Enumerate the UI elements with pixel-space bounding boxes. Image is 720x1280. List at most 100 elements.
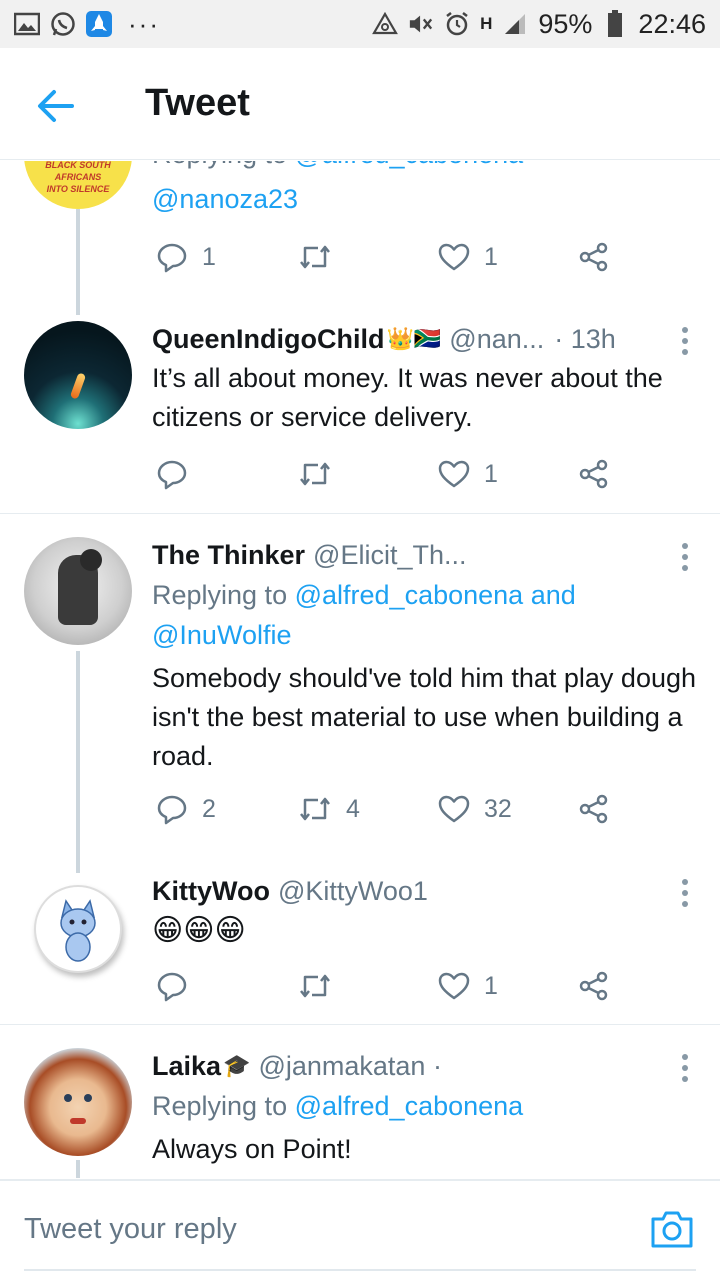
reply-to-prefix: Replying to: [152, 161, 287, 169]
reply-input[interactable]: Tweet your reply: [24, 1213, 237, 1246]
thread-line: [76, 651, 80, 873]
rocket-app-icon: [86, 11, 112, 37]
status-bar: ··· H 95% 22:46: [0, 0, 720, 48]
share-icon: [578, 458, 610, 490]
camera-icon[interactable]: [650, 1209, 694, 1249]
mute-icon: [408, 11, 434, 37]
share-button[interactable]: [578, 454, 610, 494]
tweet-header: The Thinker @Elicit_Th...: [152, 537, 698, 573]
avatar[interactable]: [24, 1048, 132, 1156]
tweet-actions: 1 1: [152, 237, 622, 277]
user-handle[interactable]: @nan...: [449, 321, 544, 357]
reply-count: 1: [202, 242, 216, 271]
like-button[interactable]: 1: [438, 454, 498, 494]
divider: [0, 513, 720, 514]
whatsapp-icon: [50, 11, 76, 37]
avatar[interactable]: [24, 321, 132, 429]
display-name[interactable]: KittyWoo: [152, 873, 270, 909]
share-icon: [578, 970, 610, 1002]
tweet-item[interactable]: QueenIndigoChild 👑🇿🇦 @nan... · 13h It’s …: [0, 321, 720, 515]
avatar[interactable]: [24, 537, 132, 645]
retweet-icon: [298, 794, 332, 824]
display-name[interactable]: The Thinker: [152, 537, 305, 573]
reply-to-user-link[interactable]: @alfred_cabonena: [295, 580, 524, 610]
avatar[interactable]: BLACK SOUTH AFRICANS INTO SILENCE: [24, 161, 132, 209]
share-icon: [578, 793, 610, 825]
alarm-icon: [444, 11, 470, 37]
like-count: 1: [484, 242, 498, 271]
share-button[interactable]: [578, 789, 610, 829]
reply-input-underline: [24, 1269, 696, 1271]
retweet-button[interactable]: [298, 454, 346, 494]
reply-to-user-link[interactable]: @alfred_cabonena: [295, 1091, 524, 1121]
display-name[interactable]: QueenIndigoChild: [152, 321, 384, 357]
thread-line: [76, 1160, 80, 1178]
mention-link[interactable]: @nanoza23: [152, 184, 298, 214]
tweet-item[interactable]: Laika 🎓 @janmakatan · Replying to @alfre…: [0, 1048, 720, 1178]
reply-to-and[interactable]: and: [531, 580, 576, 610]
tweet-item[interactable]: KittyWoo @KittyWoo1 😁😁😁 1: [0, 873, 720, 1023]
reply-to-prefix: Replying to: [152, 580, 288, 610]
heart-icon: [438, 971, 470, 1001]
heart-icon: [438, 794, 470, 824]
more-options-icon[interactable]: [680, 327, 690, 357]
more-options-icon[interactable]: [680, 879, 690, 909]
tweet-text: Always on Point!: [152, 1134, 352, 1164]
reply-to-line: Replying to @alfred_cabonena and @InuWol…: [152, 575, 698, 655]
reply-button[interactable]: [156, 454, 202, 494]
reply-button[interactable]: 2: [156, 789, 216, 829]
reply-icon: [156, 970, 188, 1002]
back-arrow-icon[interactable]: [36, 86, 76, 126]
more-options-icon[interactable]: [680, 1054, 690, 1084]
retweet-button[interactable]: [298, 966, 346, 1006]
avatar[interactable]: [34, 885, 122, 973]
share-button[interactable]: [578, 966, 610, 1006]
recycle-icon: [372, 11, 399, 37]
tweet-text: It’s all about money. It was never about…: [152, 363, 663, 432]
retweet-count: 4: [346, 794, 360, 823]
reply-button[interactable]: [156, 966, 202, 1006]
user-handle[interactable]: @KittyWoo1: [278, 873, 428, 909]
tweet-header: Laika 🎓 @janmakatan ·: [152, 1048, 698, 1084]
reply-to-user-link-2[interactable]: @InuWolfie: [152, 620, 291, 650]
signal-icon: [502, 11, 528, 37]
tweet-header: KittyWoo @KittyWoo1: [152, 873, 698, 909]
tweet-feed[interactable]: BLACK SOUTH AFRICANS INTO SILENCE Replyi…: [0, 161, 720, 1178]
notification-overflow: ···: [128, 8, 160, 39]
divider: [0, 1024, 720, 1025]
retweet-icon: [298, 242, 332, 272]
app-header: Tweet: [0, 48, 720, 160]
heart-icon: [438, 242, 470, 272]
reply-button[interactable]: 1: [156, 237, 216, 277]
network-type: H: [480, 14, 493, 33]
tweet-item[interactable]: BLACK SOUTH AFRICANS INTO SILENCE Replyi…: [0, 161, 720, 321]
like-count: 1: [484, 459, 498, 488]
retweet-icon: [298, 459, 332, 489]
share-button[interactable]: [578, 237, 610, 277]
avatar-caption-line2: INTO SILENCE: [46, 184, 110, 194]
retweet-button[interactable]: 4: [298, 789, 360, 829]
like-button[interactable]: 32: [438, 789, 512, 829]
retweet-button[interactable]: [298, 237, 346, 277]
name-emoji: 👑🇿🇦: [386, 326, 442, 351]
page-title: Tweet: [145, 82, 250, 124]
tweet-actions: 1: [152, 966, 622, 1006]
user-handle[interactable]: @Elicit_Th...: [313, 537, 466, 573]
more-options-icon[interactable]: [680, 543, 690, 573]
heart-icon: [438, 459, 470, 489]
reply-icon: [156, 241, 188, 273]
timestamp: · 13h: [554, 324, 616, 354]
like-count: 1: [484, 971, 498, 1000]
tweet-item[interactable]: The Thinker @Elicit_Th... Replying to @a…: [0, 537, 720, 873]
reply-to-prefix: Replying to: [152, 1091, 288, 1121]
like-button[interactable]: 1: [438, 966, 498, 1006]
thread-line: [76, 209, 80, 315]
avatar-caption-line1: BLACK SOUTH AFRICANS: [45, 161, 111, 182]
like-button[interactable]: 1: [438, 237, 498, 277]
tweet-actions: 2 4 32: [152, 789, 622, 829]
display-name[interactable]: Laika: [152, 1048, 221, 1084]
clock: 22:46: [638, 8, 706, 39]
reply-to-user-link[interactable]: @alfred_cabonena: [295, 161, 524, 169]
user-handle[interactable]: @janmakatan ·: [258, 1048, 442, 1084]
name-emoji: 🎓: [223, 1053, 251, 1078]
